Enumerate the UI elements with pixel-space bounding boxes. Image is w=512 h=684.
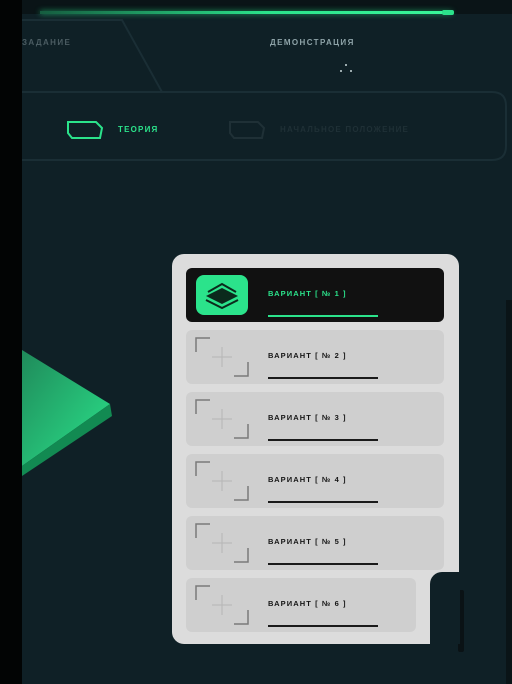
tab-task[interactable]: ЗАДАНИЕ [22,38,71,47]
variant-item-3[interactable]: ВАРИАНТ [ № 3 ] [186,392,444,446]
main-panel: ЗАДАНИЕ ДЕМОНСТРАЦИЯ ТЕОРИЯ НАЧАЛЬНОЕ ПО… [22,0,512,684]
variant-underline [268,377,378,379]
header-frame [22,19,507,161]
variants-list: ВАРИАНТ [ № 1 ] ВАРИАНТ [ № 2 ] ВАРИАНТ … [172,254,460,644]
mode-theory-label: ТЕОРИЯ [118,124,159,134]
variant-underline [268,439,378,441]
variant-item-4[interactable]: ВАРИАНТ [ № 4 ] [186,454,444,508]
variant-label: ВАРИАНТ [ № 2 ] [268,351,347,360]
play-arrow-icon[interactable] [22,340,122,480]
variant-underline [268,501,378,503]
variant-underline [268,563,378,565]
variant-item-1[interactable]: ВАРИАНТ [ № 1 ] [186,268,444,322]
variant-item-5[interactable]: ВАРИАНТ [ № 5 ] [186,516,444,570]
variant-item-6[interactable]: ВАРИАНТ [ № 6 ] [186,578,416,632]
variant-label: ВАРИАНТ [ № 5 ] [268,537,347,546]
dots-icon [340,64,352,74]
folder-tab-icon [229,121,266,139]
variant-underline [268,315,378,317]
folder-tab-icon [67,121,104,139]
tab-demonstration[interactable]: ДЕМОНСТРАЦИЯ [270,38,355,47]
mode-initial-position-button[interactable]: НАЧАЛЬНОЕ ПОЛОЖЕНИЕ [228,118,409,140]
variant-label: ВАРИАНТ [ № 3 ] [268,413,347,422]
crosshair-icon [195,461,249,501]
mode-theory-button[interactable]: ТЕОРИЯ [66,118,158,140]
crosshair-icon [195,523,249,563]
variant-label: ВАРИАНТ [ № 6 ] [268,599,347,608]
crosshair-icon [195,399,249,439]
variant-item-2[interactable]: ВАРИАНТ [ № 2 ] [186,330,444,384]
variant-label: ВАРИАНТ [ № 1 ] [268,289,347,298]
crosshair-icon [195,337,249,377]
edge-rail [506,300,512,684]
card-notch [430,572,460,644]
variant-label: ВАРИАНТ [ № 4 ] [268,475,347,484]
variant-underline [268,625,378,627]
crosshair-icon [195,585,249,625]
layers-icon [196,275,248,315]
mode-initial-position-label: НАЧАЛЬНОЕ ПОЛОЖЕНИЕ [280,124,410,134]
